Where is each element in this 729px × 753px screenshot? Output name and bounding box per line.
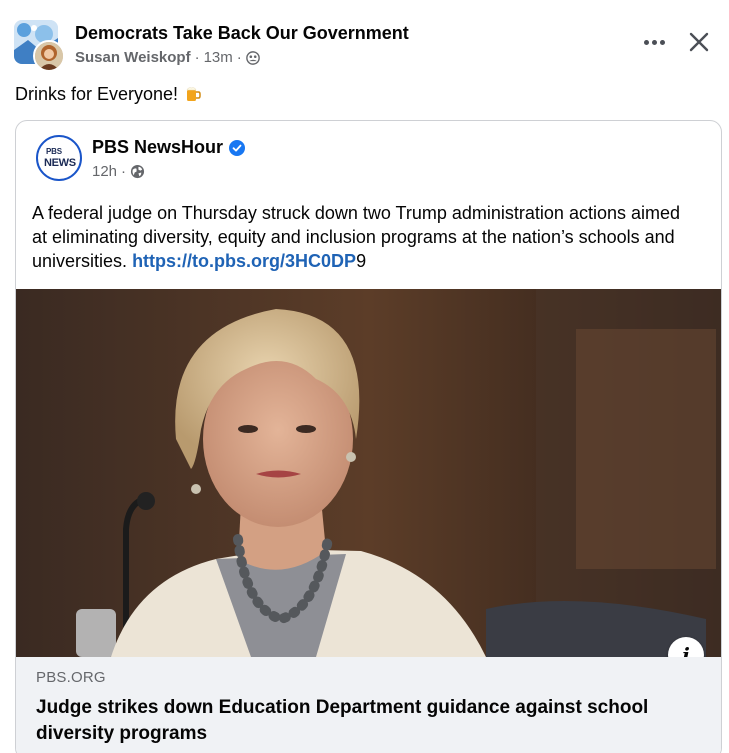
page-name-label[interactable]: PBS NewsHour [92,137,223,158]
article-photo[interactable] [16,289,721,657]
shared-post-card[interactable]: PBS NEWS PBS NewsHour 12h · A federal ju… [15,120,722,753]
shared-header-text: PBS NewsHour 12h · [92,137,246,180]
author-avatar[interactable] [33,40,65,72]
more-options-icon [659,39,665,45]
feed-post: Democrats Take Back Our Government Susan… [0,0,729,753]
group-name[interactable]: Democrats Take Back Our Government [75,22,409,44]
more-options-icon [651,39,657,45]
shared-post-time[interactable]: 12h [92,163,117,180]
more-options-icon [643,39,649,45]
link-headline[interactable]: Judge strikes down Education Department … [36,695,706,747]
shared-post-text: A federal judge on Thursday struck down … [32,201,692,273]
author-name[interactable]: Susan Weiskopf [75,48,191,68]
more-options-button[interactable] [640,30,668,54]
shared-post-link[interactable]: https://to.pbs.org/3HC0DP [132,251,356,271]
logo-text-pbs: PBS [46,147,62,156]
post-header: Democrats Take Back Our Government Susan… [14,18,714,72]
post-header-text: Democrats Take Back Our Government Susan… [75,22,409,68]
pbs-news-logo[interactable]: PBS NEWS [36,135,82,181]
close-icon [689,32,709,52]
post-message: Drinks for Everyone! [15,82,202,106]
post-meta: Susan Weiskopf · 13m · [75,48,409,68]
meta-separator: · [194,49,200,66]
beer-mug-icon [186,87,201,101]
post-message-text: Drinks for Everyone! [15,84,179,104]
post-time[interactable]: 13m [204,48,233,68]
page-name: PBS NewsHour [92,137,246,158]
meta-separator: · [236,49,242,66]
verified-badge-icon [229,139,246,156]
logo-text-news: NEWS [44,157,76,169]
shared-post-link-suffix: 9 [356,251,367,271]
globe-icon [130,164,145,179]
link-domain: PBS.ORG [36,669,106,686]
group-privacy-icon [245,51,260,65]
shared-post-meta: 12h · [92,163,245,180]
meta-separator: · [121,163,127,180]
close-button[interactable] [686,29,712,55]
link-preview-footer[interactable]: PBS.ORG Judge strikes down Education Dep… [16,657,721,753]
